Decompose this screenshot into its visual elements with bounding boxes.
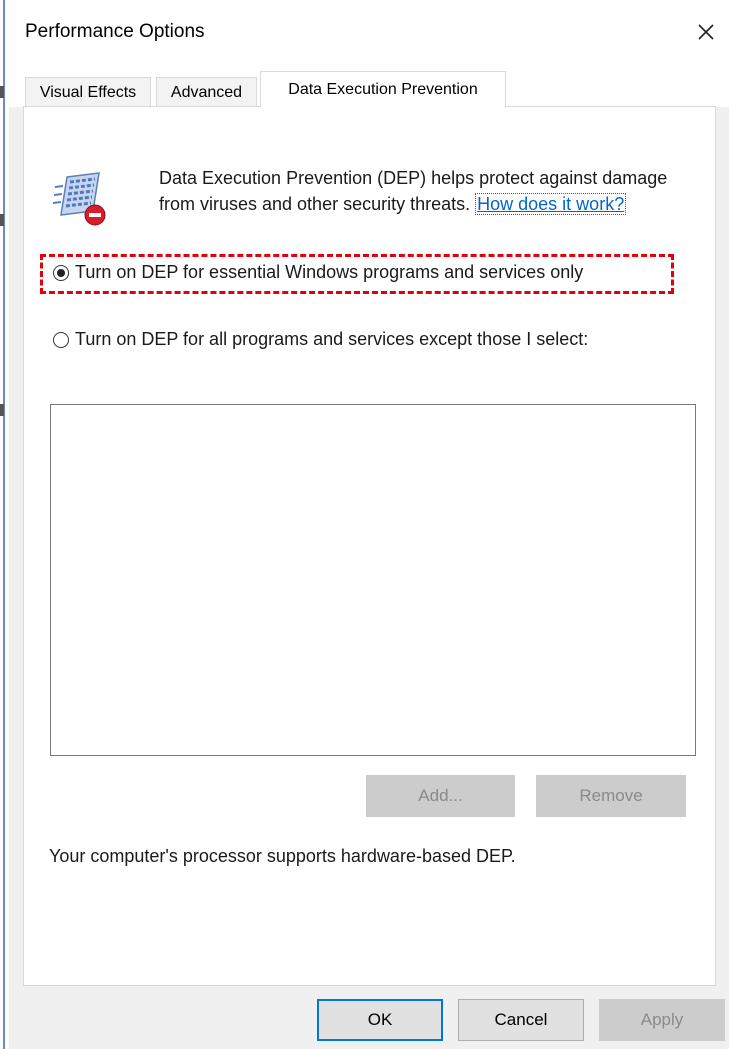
radio-label: Turn on DEP for essential Windows progra… <box>75 262 584 282</box>
tab-visual-effects[interactable]: Visual Effects <box>25 77 151 107</box>
dialog-title: Performance Options <box>25 21 205 42</box>
background-window-edge <box>0 0 9 1049</box>
remove-button[interactable]: Remove <box>536 775 686 817</box>
dep-description: Data Execution Prevention (DEP) helps pr… <box>159 165 669 217</box>
cancel-button[interactable]: Cancel <box>458 999 584 1041</box>
dep-support-status: Your computer's processor supports hardw… <box>49 846 516 866</box>
add-button[interactable]: Add... <box>366 775 515 817</box>
tab-label: Advanced <box>170 83 243 101</box>
tab-label: Data Execution Prevention <box>288 80 478 98</box>
apply-button[interactable]: Apply <box>599 999 725 1041</box>
window-edge-marker <box>0 86 4 98</box>
button-label: Remove <box>579 786 643 805</box>
button-label: Add... <box>418 786 463 805</box>
performance-options-dialog: Performance Options Visual Effects Advan… <box>9 0 729 1049</box>
window-edge-stripe <box>3 0 5 1049</box>
button-label: Apply <box>640 1010 684 1029</box>
button-label: Cancel <box>494 1010 548 1029</box>
exceptions-listbox[interactable] <box>50 404 696 756</box>
close-icon <box>698 24 714 40</box>
tab-advanced[interactable]: Advanced <box>156 77 257 107</box>
window-edge-marker <box>0 214 4 226</box>
ok-button[interactable]: OK <box>317 999 443 1041</box>
tab-label: Visual Effects <box>39 83 137 101</box>
radio-all-programs-except[interactable]: Turn on DEP for all programs and service… <box>53 329 588 350</box>
title-bar: Performance Options <box>9 0 729 64</box>
window-edge-marker <box>0 404 4 416</box>
tab-data-execution-prevention[interactable]: Data Execution Prevention <box>260 71 506 108</box>
button-label: OK <box>367 1010 393 1029</box>
radio-button-unselected[interactable] <box>53 331 69 348</box>
radio-essential-programs-only[interactable]: Turn on DEP for essential Windows progra… <box>53 262 583 283</box>
radio-label: Turn on DEP for all programs and service… <box>75 329 589 349</box>
close-button[interactable] <box>683 10 729 54</box>
tab-strip: Visual Effects Advanced Data Execution P… <box>9 64 729 108</box>
dep-shield-icon <box>53 172 106 226</box>
radio-button-selected[interactable] <box>53 264 69 281</box>
how-does-it-work-link[interactable]: How does it work? <box>475 193 627 215</box>
